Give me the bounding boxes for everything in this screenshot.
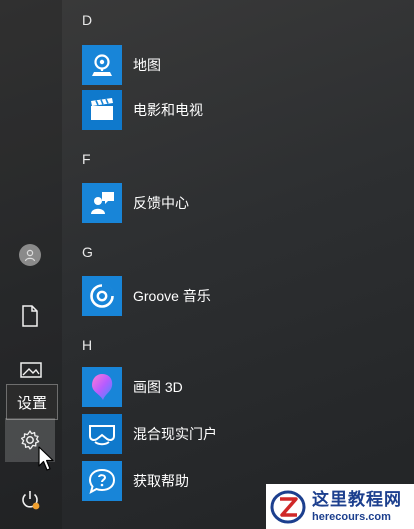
app-item-groove-music[interactable]: Groove 音乐 <box>82 276 402 316</box>
app-label: 画图 3D <box>133 379 183 395</box>
movies-tv-icon <box>82 90 122 130</box>
app-label: Groove 音乐 <box>133 288 211 304</box>
mixed-reality-icon <box>82 414 122 454</box>
account-button[interactable] <box>5 233 55 277</box>
pictures-icon <box>20 362 42 378</box>
watermark-url: herecours.com <box>312 510 391 523</box>
app-label: 地图 <box>133 57 161 73</box>
app-item-feedback-hub[interactable]: 反馈中心 <box>82 183 402 223</box>
app-item-paint-3d[interactable]: 画图 3D <box>82 367 402 407</box>
documents-button[interactable] <box>5 294 55 338</box>
paint-3d-icon <box>82 367 122 407</box>
app-item-movies-tv[interactable]: 电影和电视 <box>82 90 402 130</box>
maps-icon <box>82 45 122 85</box>
groove-music-icon <box>82 276 122 316</box>
feedback-hub-icon <box>82 183 122 223</box>
section-letter-d[interactable]: D <box>82 12 92 28</box>
document-icon <box>22 305 38 327</box>
pictures-button[interactable] <box>5 355 55 385</box>
section-letter-g[interactable]: G <box>82 244 93 260</box>
mouse-cursor-icon <box>38 446 56 477</box>
power-icon <box>22 491 40 510</box>
settings-tooltip: 设置 <box>6 384 59 420</box>
watermark: 这里教程网 herecours.com <box>266 484 414 529</box>
app-label: 反馈中心 <box>133 195 189 211</box>
power-button[interactable] <box>5 478 55 522</box>
get-help-icon <box>82 461 122 501</box>
app-item-maps[interactable]: 地图 <box>82 45 402 85</box>
avatar-icon <box>19 244 41 266</box>
section-letter-f[interactable]: F <box>82 151 91 167</box>
watermark-logo-icon <box>266 484 310 529</box>
section-letter-h[interactable]: H <box>82 337 92 353</box>
watermark-text: 这里教程网 herecours.com <box>312 490 402 524</box>
app-item-mixed-reality-portal[interactable]: 混合现实门户 <box>82 414 402 454</box>
app-label: 电影和电视 <box>133 102 203 118</box>
app-label: 混合现实门户 <box>133 426 217 442</box>
watermark-title: 这里教程网 <box>312 489 402 509</box>
app-label: 获取帮助 <box>133 473 189 489</box>
